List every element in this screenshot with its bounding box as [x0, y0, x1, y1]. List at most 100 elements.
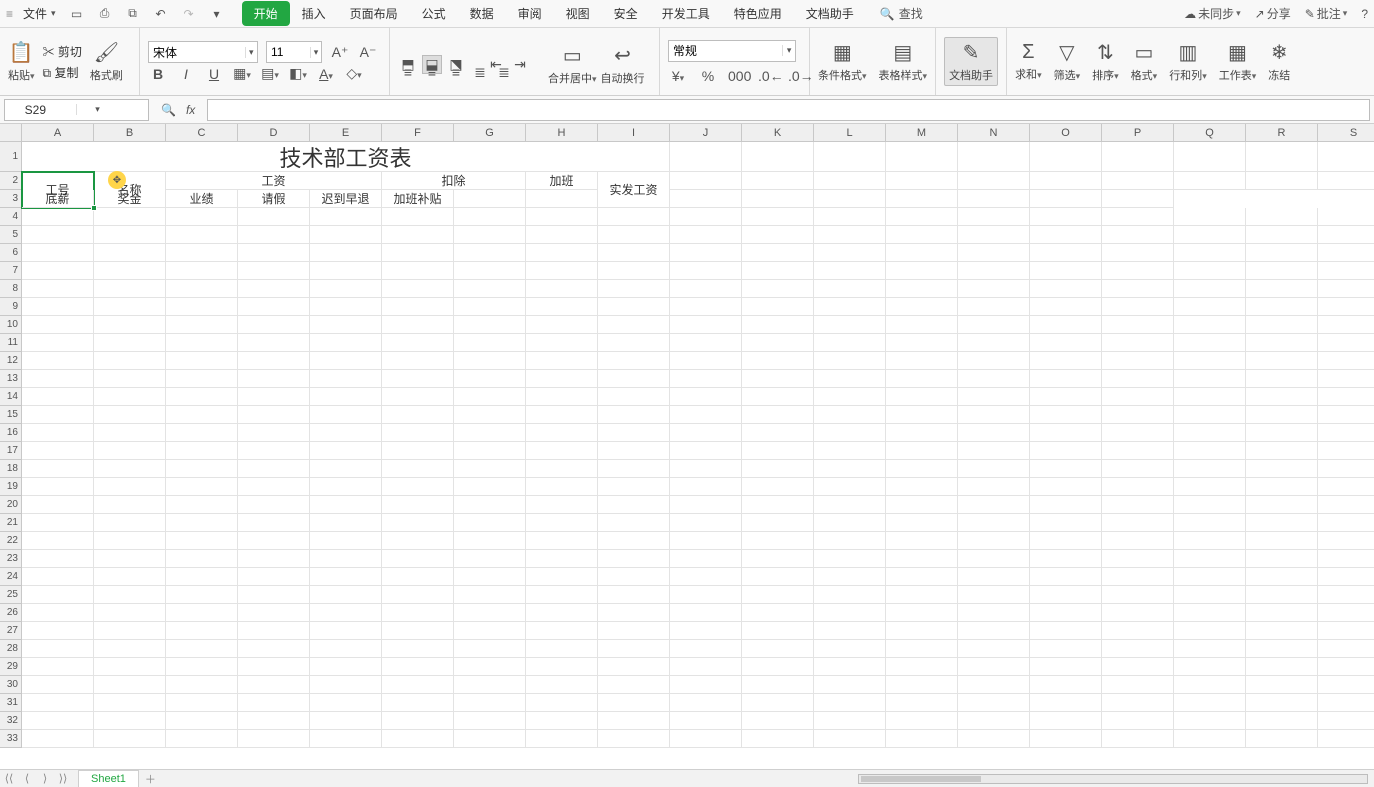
cell[interactable] — [166, 316, 238, 334]
cell[interactable] — [382, 640, 454, 658]
cell[interactable] — [670, 586, 742, 604]
cell[interactable] — [814, 586, 886, 604]
cell[interactable] — [526, 532, 598, 550]
cell[interactable] — [94, 514, 166, 532]
cell[interactable] — [166, 712, 238, 730]
cell[interactable] — [598, 604, 670, 622]
cell[interactable] — [22, 334, 94, 352]
cell[interactable] — [1246, 532, 1318, 550]
cell[interactable] — [382, 406, 454, 424]
cell[interactable] — [1318, 478, 1374, 496]
cell[interactable] — [958, 586, 1030, 604]
cell[interactable] — [670, 316, 742, 334]
cell[interactable] — [22, 604, 94, 622]
cell[interactable] — [814, 550, 886, 568]
cell[interactable] — [1102, 622, 1174, 640]
cell[interactable] — [1174, 676, 1246, 694]
cell[interactable] — [814, 424, 886, 442]
cell[interactable] — [238, 478, 310, 496]
cell[interactable] — [238, 316, 310, 334]
cell[interactable] — [670, 388, 742, 406]
tab-view[interactable]: 视图 — [554, 1, 602, 26]
cell[interactable] — [742, 334, 814, 352]
cell[interactable] — [886, 550, 958, 568]
row-header[interactable]: 12 — [0, 352, 22, 370]
cell[interactable] — [1102, 460, 1174, 478]
cell[interactable] — [166, 352, 238, 370]
cell[interactable] — [958, 424, 1030, 442]
name-box[interactable]: S29 ▾ — [4, 99, 149, 121]
cell[interactable] — [526, 478, 598, 496]
cell[interactable] — [1246, 316, 1318, 334]
cell[interactable] — [526, 370, 598, 388]
cell[interactable] — [886, 658, 958, 676]
cell[interactable] — [22, 352, 94, 370]
cell[interactable] — [814, 226, 886, 244]
cell[interactable] — [238, 676, 310, 694]
cell[interactable] — [310, 604, 382, 622]
cell[interactable] — [1174, 208, 1246, 226]
cell[interactable] — [166, 532, 238, 550]
cell[interactable] — [814, 142, 886, 172]
column-header[interactable]: A — [22, 124, 94, 142]
cell[interactable] — [742, 586, 814, 604]
align-justify-icon[interactable]: ≣ — [470, 64, 490, 81]
cell[interactable] — [166, 442, 238, 460]
cell[interactable] — [94, 352, 166, 370]
cell[interactable] — [814, 604, 886, 622]
cell[interactable] — [1030, 676, 1102, 694]
row-header[interactable]: 31 — [0, 694, 22, 712]
cell[interactable] — [1030, 712, 1102, 730]
cell[interactable] — [742, 208, 814, 226]
cell[interactable] — [166, 694, 238, 712]
cell[interactable] — [94, 730, 166, 748]
cell[interactable] — [1318, 388, 1374, 406]
cell[interactable] — [310, 298, 382, 316]
cell[interactable] — [1174, 142, 1246, 172]
tab-insert[interactable]: 插入 — [290, 1, 338, 26]
row-header[interactable]: 13 — [0, 370, 22, 388]
cell[interactable] — [1318, 604, 1374, 622]
cell[interactable] — [382, 514, 454, 532]
cell[interactable] — [814, 190, 886, 208]
cell[interactable] — [454, 280, 526, 298]
cell[interactable] — [1174, 658, 1246, 676]
cell[interactable] — [742, 676, 814, 694]
cell[interactable] — [958, 442, 1030, 460]
row-header[interactable]: 29 — [0, 658, 22, 676]
cell[interactable] — [598, 712, 670, 730]
worksheet-button[interactable]: ▦ 工作表▾ — [1219, 40, 1257, 83]
cell[interactable] — [94, 424, 166, 442]
increase-font-icon[interactable]: A⁺ — [330, 44, 350, 61]
cell[interactable] — [94, 568, 166, 586]
cell[interactable] — [382, 622, 454, 640]
cell[interactable] — [958, 388, 1030, 406]
cell[interactable] — [1318, 460, 1374, 478]
cell[interactable] — [238, 460, 310, 478]
cell[interactable] — [1174, 712, 1246, 730]
cell[interactable] — [598, 550, 670, 568]
cell[interactable] — [454, 316, 526, 334]
cell[interactable] — [238, 532, 310, 550]
cell[interactable] — [1030, 604, 1102, 622]
cell[interactable] — [814, 640, 886, 658]
cell[interactable] — [238, 352, 310, 370]
cell[interactable] — [454, 532, 526, 550]
share-button[interactable]: ↗ 分享 — [1255, 5, 1291, 22]
undo-icon[interactable]: ↶ — [152, 7, 170, 21]
cell[interactable] — [310, 658, 382, 676]
cell[interactable] — [742, 244, 814, 262]
cell[interactable] — [1246, 244, 1318, 262]
cell[interactable] — [1030, 352, 1102, 370]
cell[interactable] — [814, 676, 886, 694]
cell[interactable] — [454, 190, 526, 208]
cell[interactable] — [238, 568, 310, 586]
row-header[interactable]: 11 — [0, 334, 22, 352]
cell[interactable] — [238, 226, 310, 244]
cell[interactable] — [526, 190, 598, 208]
cell[interactable] — [454, 442, 526, 460]
cell[interactable] — [742, 442, 814, 460]
column-header[interactable]: O — [1030, 124, 1102, 142]
sync-status[interactable]: ☁ 未同步 ▾ — [1184, 5, 1241, 22]
cell[interactable] — [1174, 370, 1246, 388]
